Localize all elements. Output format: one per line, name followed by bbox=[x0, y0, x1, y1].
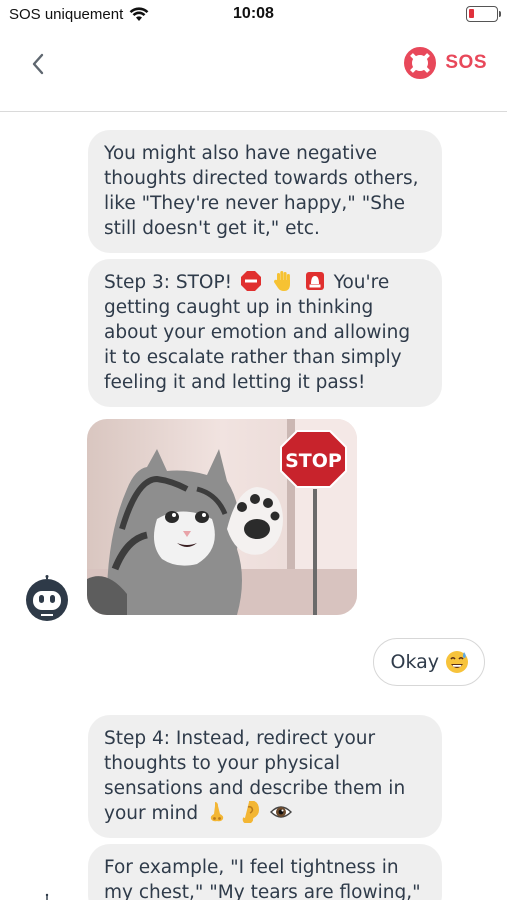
siren-icon bbox=[305, 272, 324, 290]
nav-header: SOS bbox=[0, 30, 507, 112]
back-button[interactable] bbox=[22, 48, 54, 80]
bot-message: For example, "I feel tightness in my che… bbox=[88, 844, 442, 900]
status-bar: SOS uniquement 10:08 bbox=[0, 0, 507, 30]
nose-icon bbox=[210, 802, 224, 822]
sos-button[interactable]: SOS bbox=[403, 46, 487, 80]
bot-avatar-icon bbox=[26, 575, 68, 621]
sos-label: SOS bbox=[445, 52, 487, 73]
grinning-sweat-icon bbox=[446, 651, 468, 673]
message-text: For example, "I feel tightness in my che… bbox=[104, 857, 421, 900]
stop-sign-icon bbox=[240, 271, 261, 291]
battery-level bbox=[469, 9, 474, 18]
kitten-stop-gif[interactable]: STOP bbox=[87, 419, 357, 615]
bot-message: Step 4: Instead, redirect your thoughts … bbox=[88, 715, 442, 838]
user-message: Okay bbox=[373, 638, 485, 686]
battery-icon bbox=[466, 6, 501, 22]
typing-avatar-icon bbox=[45, 893, 49, 900]
message-text: Okay bbox=[390, 651, 439, 673]
raised-hand-icon bbox=[273, 271, 290, 291]
message-text: You might also have negative thoughts di… bbox=[104, 143, 419, 239]
ear-icon bbox=[242, 801, 259, 823]
bot-message: Step 3: STOP! You're getting caught up i… bbox=[88, 259, 442, 407]
chat-thread[interactable]: You might also have negative thoughts di… bbox=[0, 113, 507, 900]
chevron-left-icon bbox=[32, 53, 44, 75]
stop-sign-text: STOP bbox=[285, 450, 342, 472]
message-text: Step 3: STOP! bbox=[104, 272, 233, 293]
bot-message: You might also have negative thoughts di… bbox=[88, 130, 442, 253]
lifebuoy-icon bbox=[404, 47, 437, 79]
gif-image: STOP bbox=[87, 419, 357, 615]
eye-icon bbox=[269, 806, 292, 818]
clock: 10:08 bbox=[233, 5, 274, 22]
